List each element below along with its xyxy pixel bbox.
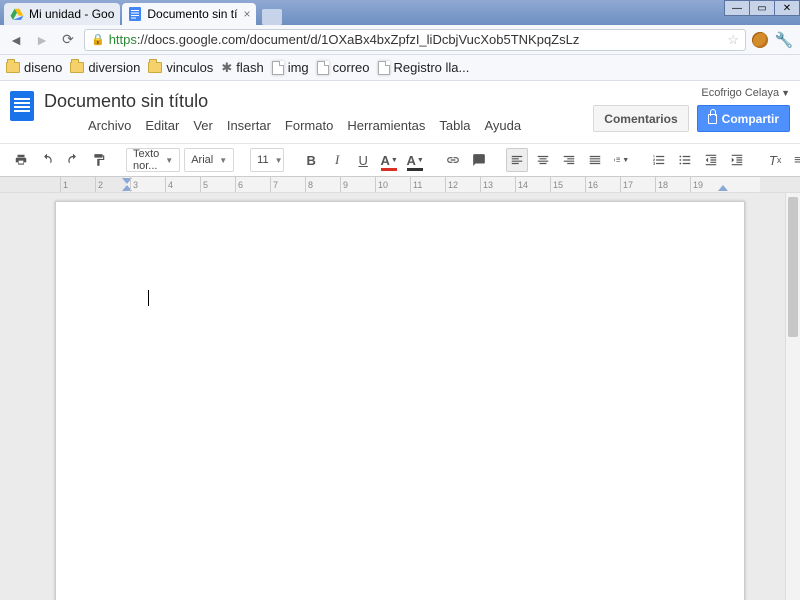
bookmark-star-icon[interactable]: ☆ xyxy=(727,32,739,48)
line-spacing-button[interactable]: ▼ xyxy=(610,148,632,172)
undo-button[interactable] xyxy=(36,148,58,172)
url-path: ://docs.google.com/document/d/1OXaBx4bxZ… xyxy=(137,32,579,47)
browser-tab-docs[interactable]: Documento sin tí × xyxy=(122,3,256,25)
toolbar: Texto nor...▼ Arial▼ 11▼ B I U A▼ A▼ ▼ T… xyxy=(0,143,800,177)
folder-icon xyxy=(148,62,162,73)
menu-ayuda[interactable]: Ayuda xyxy=(484,118,521,133)
tab-title: Documento sin tí xyxy=(147,7,237,21)
url-scheme: https xyxy=(109,32,137,47)
italic-button[interactable]: I xyxy=(326,148,348,172)
chevron-down-icon: ▼ xyxy=(781,88,790,98)
browser-address-bar: ◄ ► ⟳ 🔒 https://docs.google.com/document… xyxy=(0,25,800,55)
menu-archivo[interactable]: Archivo xyxy=(88,118,131,133)
menu-ver[interactable]: Ver xyxy=(193,118,213,133)
text-color-button[interactable]: A▼ xyxy=(378,148,400,172)
new-tab-button[interactable] xyxy=(262,9,282,25)
window-minimize-button[interactable]: — xyxy=(724,0,750,16)
menu-insertar[interactable]: Insertar xyxy=(227,118,271,133)
window-maximize-button[interactable]: ▭ xyxy=(749,0,775,16)
highlight-color-button[interactable]: A▼ xyxy=(404,148,426,172)
browser-tabstrip: Mi unidad - Goo Documento sin tí × — ▭ ✕ xyxy=(0,0,800,25)
window-close-button[interactable]: ✕ xyxy=(774,0,800,16)
menu-editar[interactable]: Editar xyxy=(145,118,179,133)
drive-icon xyxy=(10,7,24,21)
back-button[interactable]: ◄ xyxy=(6,30,26,50)
align-center-button[interactable] xyxy=(532,148,554,172)
reload-button[interactable]: ⟳ xyxy=(58,30,78,50)
lock-icon xyxy=(708,114,717,124)
share-button[interactable]: Compartir xyxy=(697,105,790,132)
bulleted-list-button[interactable] xyxy=(674,148,696,172)
bookmark-correo[interactable]: correo xyxy=(317,60,370,75)
docs-icon xyxy=(128,7,142,21)
lock-icon: 🔒 xyxy=(91,33,105,46)
bookmark-registro[interactable]: Registro lla... xyxy=(378,60,470,75)
bold-button[interactable]: B xyxy=(300,148,322,172)
comments-button[interactable]: Comentarios xyxy=(593,105,688,132)
scrollbar-thumb[interactable] xyxy=(788,197,798,337)
docs-header: Documento sin título Ecofrigo Celaya▼ Co… xyxy=(0,81,800,137)
align-left-button[interactable] xyxy=(506,148,528,172)
document-page[interactable] xyxy=(55,201,745,600)
menu-formato[interactable]: Formato xyxy=(285,118,333,133)
horizontal-ruler[interactable]: 1 2 3 4 5 6 7 8 9 10 11 12 13 14 15 16 1… xyxy=(0,177,800,193)
folder-icon xyxy=(70,62,84,73)
forward-button[interactable]: ► xyxy=(32,30,52,50)
font-family-select[interactable]: Arial▼ xyxy=(184,148,234,172)
page-icon xyxy=(317,61,329,75)
paragraph-style-select[interactable]: Texto nor...▼ xyxy=(126,148,180,172)
chevron-down-icon: ▼ xyxy=(219,156,227,165)
page-icon xyxy=(378,61,390,75)
increase-indent-button[interactable] xyxy=(726,148,748,172)
numbered-list-button[interactable] xyxy=(648,148,670,172)
bookmarks-bar: diseno diversion vinculos ✱flash img cor… xyxy=(0,55,800,81)
bookmark-diversion[interactable]: diversion xyxy=(70,60,140,75)
bookmark-flash[interactable]: ✱flash xyxy=(221,60,263,76)
insert-comment-button[interactable] xyxy=(468,148,490,172)
bookmark-img[interactable]: img xyxy=(272,60,309,75)
page-icon xyxy=(272,61,284,75)
toolbar-more-button[interactable]: ≡▸ xyxy=(790,148,800,172)
menu-tabla[interactable]: Tabla xyxy=(439,118,470,133)
settings-wrench-icon[interactable]: 🔧 xyxy=(774,30,794,50)
folder-icon xyxy=(6,62,20,73)
bookmark-vinculos[interactable]: vinculos xyxy=(148,60,213,75)
underline-button[interactable]: U xyxy=(352,148,374,172)
redo-button[interactable] xyxy=(62,148,84,172)
text-cursor xyxy=(148,290,149,306)
bookmark-diseno[interactable]: diseno xyxy=(6,60,62,75)
font-size-select[interactable]: 11▼ xyxy=(250,148,284,172)
url-input[interactable]: 🔒 https://docs.google.com/document/d/1OX… xyxy=(84,29,746,51)
docs-logo-icon[interactable] xyxy=(10,91,34,121)
align-justify-button[interactable] xyxy=(584,148,606,172)
browser-tab-drive[interactable]: Mi unidad - Goo xyxy=(4,3,120,25)
insert-link-button[interactable] xyxy=(442,148,464,172)
paint-format-button[interactable] xyxy=(88,148,110,172)
clear-formatting-button[interactable]: Tx xyxy=(764,148,786,172)
align-right-button[interactable] xyxy=(558,148,580,172)
extension-icon[interactable] xyxy=(752,32,768,48)
account-menu[interactable]: Ecofrigo Celaya▼ xyxy=(701,87,790,99)
chevron-down-icon: ▼ xyxy=(275,156,283,165)
menu-herramientas[interactable]: Herramientas xyxy=(347,118,425,133)
tab-title: Mi unidad - Goo xyxy=(29,7,114,21)
vertical-scrollbar[interactable] xyxy=(785,193,800,600)
extension-icon: ✱ xyxy=(221,60,232,76)
chevron-down-icon: ▼ xyxy=(165,156,173,165)
document-canvas[interactable] xyxy=(0,193,800,600)
decrease-indent-button[interactable] xyxy=(700,148,722,172)
print-button[interactable] xyxy=(10,148,32,172)
close-tab-icon[interactable]: × xyxy=(243,7,250,21)
